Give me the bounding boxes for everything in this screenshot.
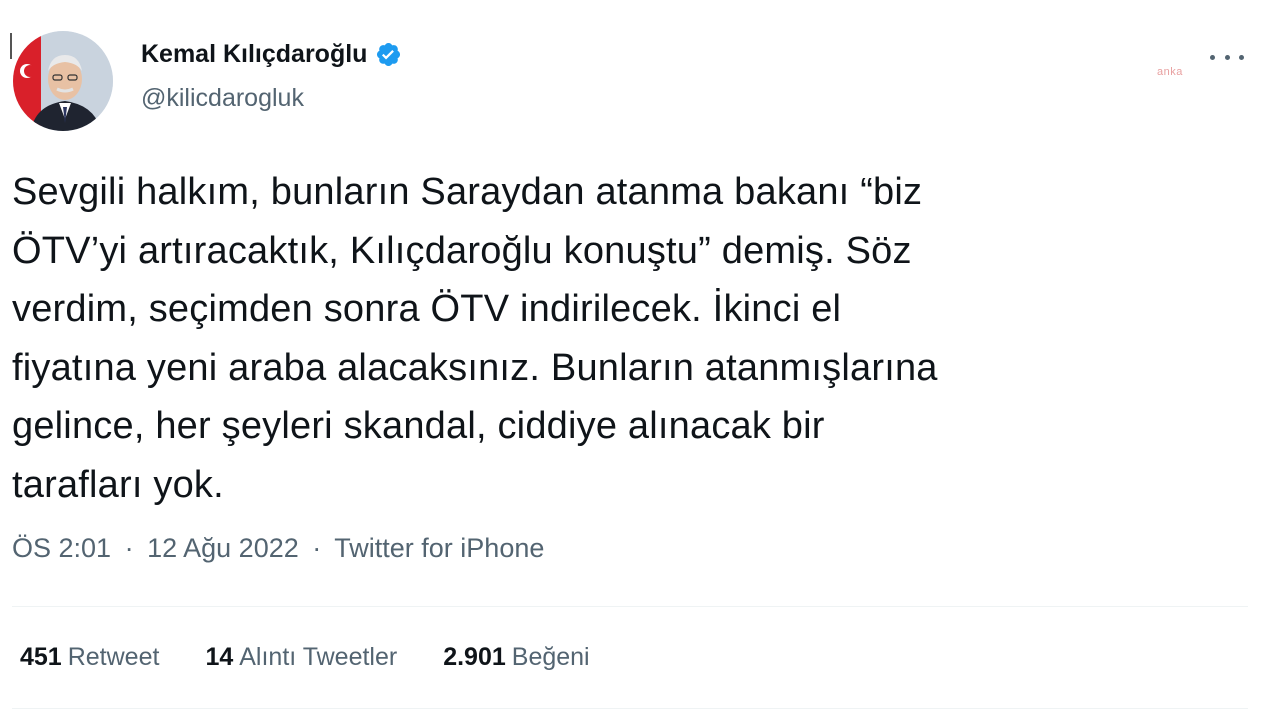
like-count[interactable]: 2.901 Beğeni [443, 643, 589, 672]
more-dot [1239, 54, 1244, 60]
tweet-card: Kemal Kılıçdaroğlu @kilicdarogluk anka S… [0, 0, 1280, 720]
quote-count[interactable]: 14 Alıntı Tweetler [205, 643, 397, 672]
tweet-text-line: tarafları yok. [12, 463, 224, 506]
author-name-row[interactable]: Kemal Kılıçdaroğlu [141, 40, 402, 69]
tweet-text-line: verdim, seçimden sonra ÖTV indirilecek. … [12, 288, 842, 330]
watermark: anka [1157, 66, 1183, 78]
tweet-source[interactable]: Twitter for iPhone [334, 533, 544, 563]
author-name[interactable]: Kemal Kılıçdaroğlu [141, 40, 367, 69]
quote-count-label: Alıntı Tweetler [239, 643, 398, 671]
retweet-count[interactable]: 451 Retweet [20, 643, 159, 672]
avatar[interactable] [13, 31, 113, 131]
divider [12, 708, 1248, 709]
more-options-icon[interactable] [1210, 50, 1244, 64]
corner-mark [10, 33, 12, 59]
tweet-text-line: gelince, her şeyleri skandal, ciddiye al… [12, 405, 825, 447]
more-dot [1210, 54, 1215, 60]
divider [12, 606, 1248, 607]
avatar-image [13, 31, 113, 131]
tweet-text-line: ÖTV’yi artıracaktık, Kılıçdaroğlu konuşt… [12, 229, 912, 272]
meta-separator: · [312, 533, 322, 563]
tweet-text-line: Sevgili halkım, bunların Saraydan atanma… [12, 171, 923, 213]
author-handle[interactable]: @kilicdarogluk [141, 84, 304, 113]
retweet-count-value: 451 [20, 643, 62, 671]
tweet-text: Sevgili halkım, bunların Saraydan atanma… [12, 163, 1252, 514]
tweet-date[interactable]: 12 Ağu 2022 [147, 533, 299, 563]
quote-count-value: 14 [205, 643, 234, 671]
tweet-time[interactable]: ÖS 2:01 [12, 533, 111, 563]
tweet-meta: ÖS 2:01 · 12 Ağu 2022 · Twitter for iPho… [12, 533, 544, 564]
verified-badge-icon [375, 41, 402, 68]
tweet-text-line: fiyatına yeni araba alacaksınız. Bunları… [12, 346, 938, 389]
retweet-count-label: Retweet [67, 643, 160, 671]
meta-separator: · [124, 533, 134, 563]
more-dot [1224, 54, 1230, 60]
like-count-value: 2.901 [443, 643, 506, 671]
tweet-stats: 451 Retweet 14 Alıntı Tweetler 2.901 Beğeni [20, 643, 590, 672]
like-count-label: Beğeni [511, 643, 590, 671]
